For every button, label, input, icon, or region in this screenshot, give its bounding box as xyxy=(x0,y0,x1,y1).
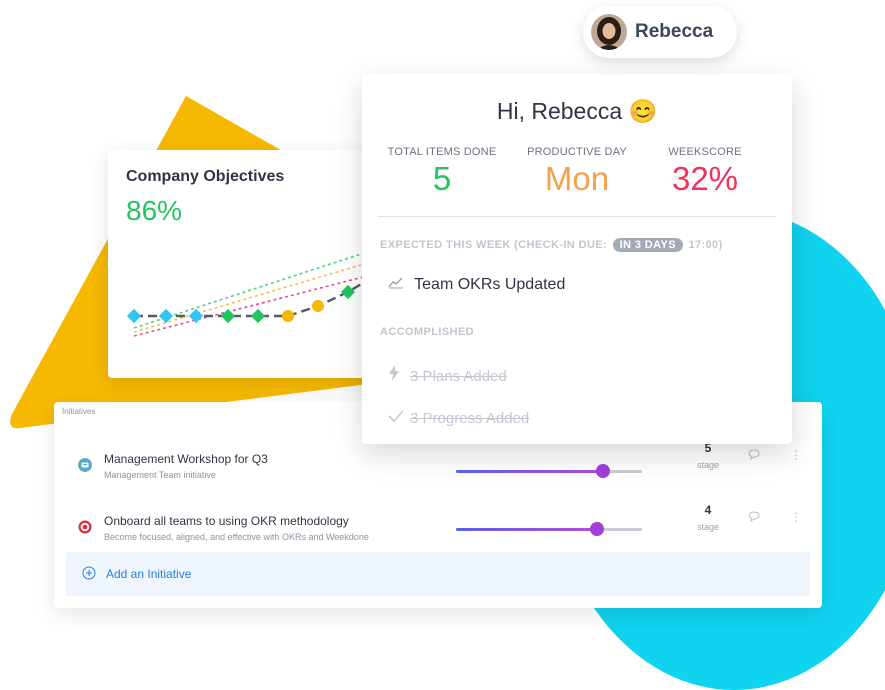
comment-icon[interactable] xyxy=(748,510,760,522)
divider xyxy=(378,216,776,217)
expected-prefix: EXPECTED THIS WEEK (CHECK-IN DUE: xyxy=(380,239,608,251)
initiative-subtitle: Management Team initiative xyxy=(104,470,216,480)
accomplished-label: 3 Progress Added xyxy=(410,410,530,427)
accomplished-label: 3 Plans Added xyxy=(410,368,507,385)
comment-icon[interactable] xyxy=(748,448,760,460)
initiative-title: Management Workshop for Q3 xyxy=(104,452,268,466)
initiative-progress-slider[interactable] xyxy=(456,464,642,478)
accomplished-item: 3 Progress Added xyxy=(388,409,529,427)
stage-label: stage xyxy=(696,460,720,470)
stat-label: WEEKSCORE xyxy=(668,146,742,158)
expected-this-week-heading: EXPECTED THIS WEEK (CHECK-IN DUE: IN 3 D… xyxy=(380,238,723,252)
trend-chart-icon xyxy=(388,275,410,292)
weekly-summary-popup: Hi, Rebecca 😊 TOTAL ITEMS DONE 5 PRODUCT… xyxy=(362,74,792,444)
add-initiative-button[interactable]: Add an Initiative xyxy=(66,552,810,596)
stat-weekscore: WEEKSCORE 32% xyxy=(642,146,768,198)
stat-value: 32% xyxy=(671,160,739,197)
greeting-text: Hi, Rebecca xyxy=(496,98,623,124)
plus-circle-icon xyxy=(82,566,96,580)
user-profile-pill[interactable]: Rebecca xyxy=(583,6,737,58)
stat-label: TOTAL ITEMS DONE xyxy=(387,146,497,158)
add-initiative-label: Add an Initiative xyxy=(106,567,192,581)
user-name: Rebecca xyxy=(635,21,714,42)
accomplished-item: 3 Plans Added xyxy=(388,365,507,385)
stat-value: 5 xyxy=(432,160,452,197)
slider-knob[interactable] xyxy=(595,464,610,478)
stat-label: PRODUCTIVE DAY xyxy=(527,146,627,158)
stage-number: 4 xyxy=(704,503,712,517)
initiative-row[interactable]: Onboard all teams to using OKR methodolo… xyxy=(54,503,822,558)
initiative-title: Onboard all teams to using OKR methodolo… xyxy=(104,514,349,528)
due-badge: IN 3 DAYS xyxy=(612,238,683,252)
stat-productive-day: PRODUCTIVE DAY Mon xyxy=(512,146,642,198)
initiative-progress-slider[interactable] xyxy=(456,522,642,536)
target-icon xyxy=(78,520,92,534)
expected-item-label: Team OKRs Updated xyxy=(414,276,566,293)
slider-fill xyxy=(456,528,598,531)
initiative-subtitle: Become focused, aligned, and effective w… xyxy=(104,532,369,542)
stage-label: stage xyxy=(696,522,720,532)
kebab-menu-icon[interactable]: ⋮ xyxy=(790,448,802,462)
initiatives-header: Initiatives xyxy=(62,407,96,416)
stat-value: Mon xyxy=(544,160,610,197)
initiative-row[interactable]: Management Workshop for Q3 Management Te… xyxy=(54,441,822,496)
slider-fill xyxy=(456,470,603,473)
management-icon xyxy=(78,458,92,472)
accomplished-heading: ACCOMPLISHED xyxy=(380,326,475,338)
expected-suffix: 17:00) xyxy=(688,239,723,251)
kebab-menu-icon[interactable]: ⋮ xyxy=(790,510,802,524)
checkmark-icon xyxy=(388,409,410,427)
greeting: Hi, Rebecca 😊 xyxy=(362,98,792,125)
stat-total-items: TOTAL ITEMS DONE 5 xyxy=(374,146,510,198)
chart-markers xyxy=(126,266,386,324)
lightning-icon xyxy=(388,365,410,385)
expected-item[interactable]: Team OKRs Updated xyxy=(388,275,565,294)
smiley-emoji-icon: 😊 xyxy=(628,98,658,124)
slider-knob[interactable] xyxy=(590,522,605,536)
avatar xyxy=(591,14,627,50)
